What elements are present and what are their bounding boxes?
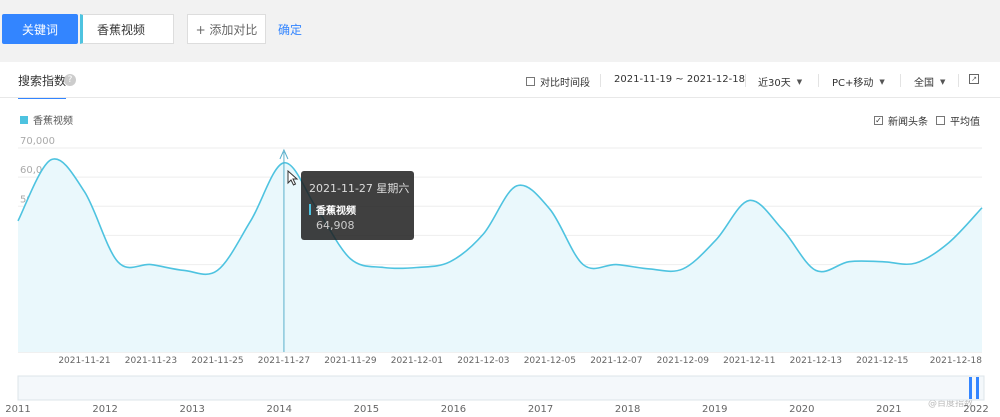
data-point bbox=[980, 206, 984, 210]
timeline-year-label: 2018 bbox=[615, 404, 640, 415]
timeline-year-label: 2016 bbox=[441, 404, 466, 415]
tooltip-date: 2021-11-27 星期六 bbox=[309, 182, 410, 195]
data-point bbox=[581, 263, 585, 267]
search-index-chart[interactable]: 10,00020,00030,00040,00050,00060,00070,0… bbox=[0, 0, 1000, 417]
slider-handle-right bbox=[976, 377, 979, 399]
data-point bbox=[82, 190, 86, 194]
x-tick-label: 2021-11-21 bbox=[58, 356, 110, 366]
x-tick-label: 2021-11-23 bbox=[125, 356, 177, 366]
tooltip-value: 64,908 bbox=[316, 219, 355, 232]
data-point bbox=[714, 238, 718, 242]
slider-handle-left bbox=[969, 377, 972, 399]
data-point bbox=[348, 257, 352, 261]
data-point bbox=[49, 158, 53, 162]
data-point bbox=[847, 260, 851, 264]
x-tick-label: 2021-12-03 bbox=[457, 356, 509, 366]
data-point bbox=[481, 232, 485, 236]
data-point bbox=[249, 219, 253, 223]
timeline-year-label: 2022 bbox=[963, 404, 988, 415]
timeline-year-label: 2012 bbox=[92, 404, 117, 415]
y-tick-label: 70,000 bbox=[20, 136, 55, 147]
tooltip-series: 香蕉视频 bbox=[309, 202, 414, 217]
data-point bbox=[548, 207, 552, 211]
x-tick-label: 2021-12-01 bbox=[391, 356, 443, 366]
timeline-year-label: 2013 bbox=[179, 404, 204, 415]
data-point bbox=[16, 219, 20, 223]
x-tick-label: 2021-12-05 bbox=[524, 356, 576, 366]
x-tick-label: 2021-11-29 bbox=[324, 356, 377, 366]
data-point bbox=[947, 241, 951, 245]
data-point bbox=[116, 260, 120, 264]
data-point bbox=[149, 263, 153, 267]
timeline-year-label: 2020 bbox=[789, 404, 814, 415]
data-point bbox=[515, 184, 519, 188]
data-point bbox=[880, 260, 884, 264]
data-point bbox=[215, 268, 219, 272]
data-point bbox=[382, 265, 386, 269]
timeline-slider bbox=[17, 375, 985, 401]
timeline-year-label: 2019 bbox=[702, 404, 727, 415]
x-tick-label: 2021-12-09 bbox=[657, 356, 710, 366]
x-tick-label: 2021-12-15 bbox=[856, 356, 908, 366]
data-point bbox=[747, 198, 751, 202]
data-point bbox=[814, 268, 818, 272]
timeline-year-label: 2021 bbox=[876, 404, 901, 415]
data-point bbox=[614, 263, 618, 267]
mouse-cursor-icon bbox=[287, 170, 299, 186]
timeline-year-label: 2017 bbox=[528, 404, 553, 415]
x-tick-label: 2021-11-25 bbox=[191, 356, 243, 366]
tooltip-series-name: 香蕉视频 bbox=[316, 206, 356, 217]
chart-tooltip: 2021-11-27 星期六 香蕉视频 64,908 bbox=[301, 171, 414, 240]
data-point bbox=[648, 267, 652, 271]
data-point bbox=[781, 228, 785, 232]
data-point bbox=[415, 265, 419, 269]
x-tick-label: 2021-12-11 bbox=[723, 356, 775, 366]
timeline-year-label: 2015 bbox=[354, 404, 379, 415]
x-tick-label: 2021-12-13 bbox=[790, 356, 842, 366]
data-point bbox=[448, 260, 452, 264]
x-tick-label: 2021-12-07 bbox=[590, 356, 642, 366]
data-point bbox=[182, 268, 186, 272]
data-point bbox=[914, 261, 918, 265]
series-area bbox=[18, 158, 982, 352]
data-point bbox=[681, 267, 685, 271]
timeline-year-label: 2014 bbox=[267, 404, 292, 415]
x-tick-label: 2021-12-18 bbox=[930, 356, 983, 366]
tooltip-series-marker bbox=[309, 204, 311, 215]
x-tick-label: 2021-11-27 bbox=[258, 356, 310, 366]
timeline-year-label: 2011 bbox=[5, 404, 30, 415]
